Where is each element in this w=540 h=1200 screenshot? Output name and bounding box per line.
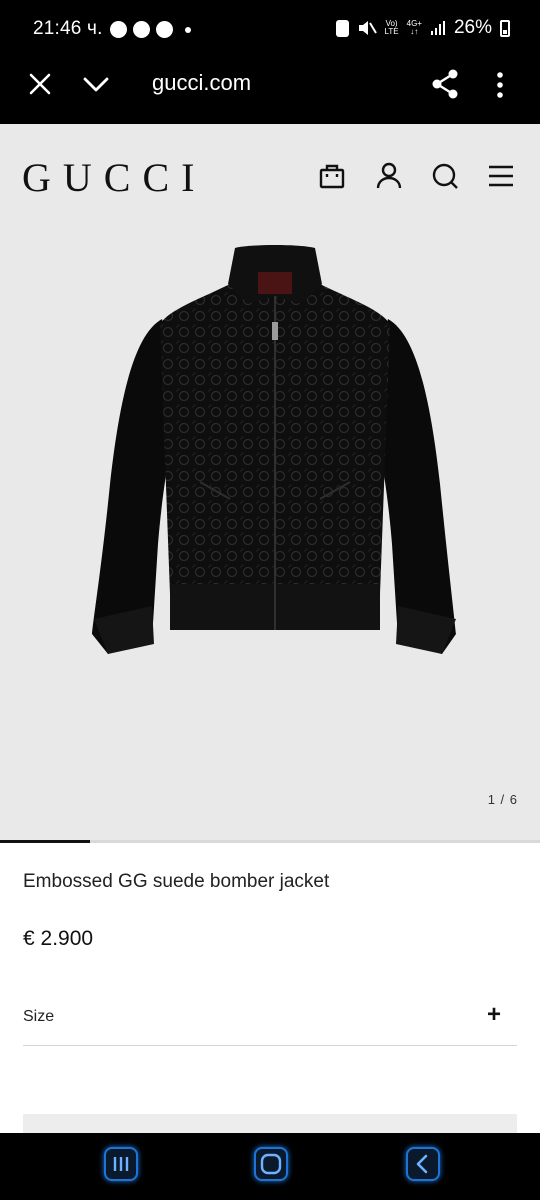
signal-icon — [430, 21, 445, 35]
notification-icons — [110, 21, 191, 38]
status-bar: 21:46 ч. Vo) LTE 4G+ ↓↑ 26% — [0, 0, 540, 58]
image-counter: 1 / 6 — [487, 792, 518, 807]
size-label: Size — [23, 1008, 55, 1025]
close-icon[interactable] — [28, 72, 52, 96]
url-domain[interactable]: gucci.com — [152, 70, 251, 96]
hm-app-icon — [110, 21, 127, 38]
expand-icon[interactable]: + — [487, 1001, 501, 1029]
browser-toolbar: gucci.com — [0, 58, 540, 124]
recents-icon[interactable] — [104, 1147, 138, 1181]
battery-saver-icon — [335, 19, 349, 37]
more-notifications-dot-icon — [185, 26, 191, 33]
add-to-bag-area[interactable] — [23, 1114, 517, 1134]
product-price: € 2.900 — [23, 927, 94, 950]
battery-percent: 26% — [453, 17, 492, 38]
product-image[interactable] — [80, 244, 470, 664]
sync-icon — [156, 21, 173, 38]
gallery-progress-fill — [0, 840, 91, 843]
gucci-logo[interactable]: GUCCI — [22, 154, 206, 201]
mute-icon — [358, 21, 377, 35]
hamburger-menu-icon[interactable] — [487, 162, 515, 190]
chevron-down-icon[interactable] — [82, 72, 110, 96]
status-time: 21:46 ч. — [33, 18, 103, 39]
system-icons: Vo) LTE 4G+ ↓↑ 26% — [335, 17, 510, 39]
system-navigation-bar — [0, 1133, 540, 1200]
product-title: Embossed GG suede bomber jacket — [23, 871, 330, 892]
account-icon[interactable] — [375, 162, 403, 190]
home-icon[interactable] — [254, 1147, 288, 1181]
more-vert-icon[interactable] — [495, 70, 505, 100]
product-gallery[interactable]: GUCCI 1 / 6 — [0, 124, 540, 840]
search-icon[interactable] — [431, 162, 459, 190]
size-selector[interactable]: Size + — [23, 995, 517, 1046]
gallery-progress — [0, 840, 540, 843]
share-icon[interactable] — [430, 68, 460, 100]
bag-icon[interactable] — [318, 162, 346, 190]
profile-icon — [133, 21, 150, 38]
back-icon[interactable] — [406, 1147, 440, 1181]
battery-icon — [500, 19, 510, 37]
volte-indicator: Vo) LTE — [384, 19, 399, 36]
data-indicator: 4G+ ↓↑ — [406, 19, 422, 36]
